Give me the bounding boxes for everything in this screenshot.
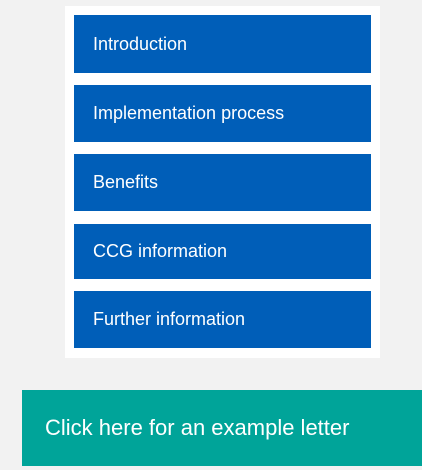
navigation-panel: Introduction Implementation process Bene… [65,6,380,358]
nav-item-label: Implementation process [93,103,285,123]
nav-item-further-information[interactable]: Further information [74,291,371,348]
nav-item-label: Benefits [93,172,159,192]
nav-item-label: CCG information [93,241,228,261]
nav-item-introduction[interactable]: Introduction [74,15,371,73]
example-letter-button[interactable]: Click here for an example letter [22,390,422,466]
example-letter-button-label: Click here for an example letter [45,415,350,440]
nav-item-label: Introduction [93,33,188,54]
nav-item-implementation-process[interactable]: Implementation process [74,85,371,142]
nav-item-label: Further information [93,309,246,329]
nav-item-ccg-information[interactable]: CCG information [74,224,371,279]
nav-item-benefits[interactable]: Benefits [74,154,371,211]
